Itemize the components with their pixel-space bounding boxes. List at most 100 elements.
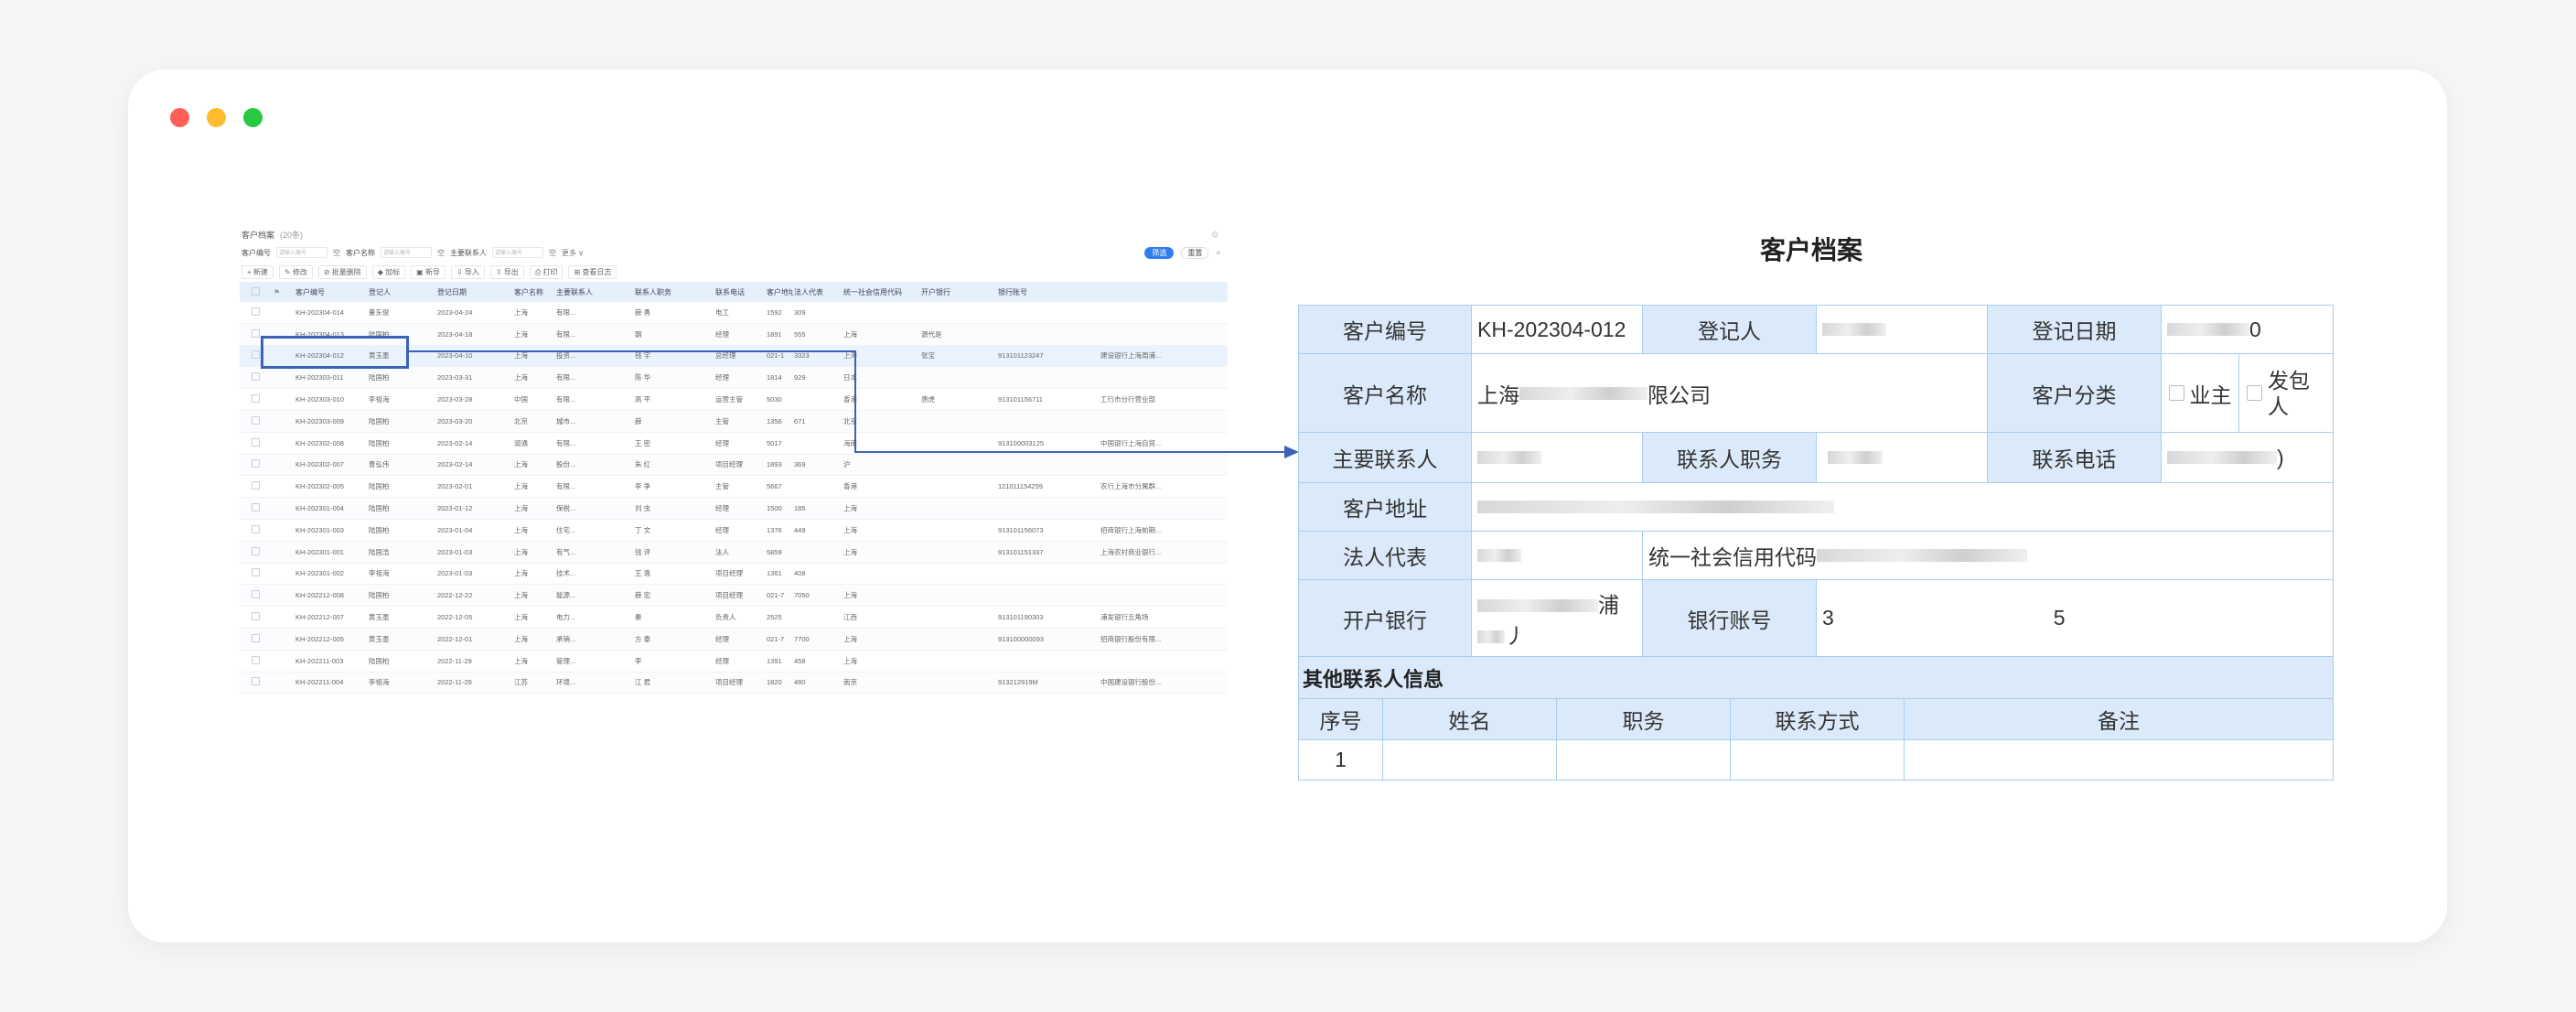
column-header[interactable]: 主要联系人 xyxy=(555,282,634,302)
table-cell: 2023-03-28 xyxy=(436,388,513,411)
row-checkbox[interactable] xyxy=(252,524,260,533)
minimize-window-button[interactable] xyxy=(207,108,226,127)
table-row[interactable]: KH-202212-005 黄玉墨 2022-12-01 上海 承销... 方 泰经理 02… xyxy=(240,628,1228,651)
contact-title-value[interactable] xyxy=(1817,433,1988,483)
filter-input[interactable]: 请输入编号 xyxy=(276,247,327,258)
row-checkbox[interactable] xyxy=(252,677,260,686)
filter-empty-toggle[interactable]: 空 xyxy=(333,248,340,258)
table-row[interactable]: KH-202301-004 陆国柏 2023-01-12 上海 保税... 刘 虫经理 15… xyxy=(240,497,1228,520)
toolbar-button[interactable]: + 新建 xyxy=(242,264,274,279)
customer-name-value[interactable]: 上海 限公司 xyxy=(1472,354,1988,433)
table-row[interactable]: KH-202303-011 陆国柏 2023-03-31 上海 有限... 陈 华经理 18… xyxy=(240,366,1228,390)
collapse-icon[interactable]: ≡ xyxy=(1216,249,1220,257)
maximize-window-button[interactable] xyxy=(243,108,263,127)
row-checkbox[interactable] xyxy=(252,372,260,382)
toolbar-button[interactable]: ◆ 加标 xyxy=(371,264,406,279)
filter-input[interactable]: 请输入编号 xyxy=(381,247,432,258)
row-checkbox[interactable] xyxy=(252,350,260,360)
table-row[interactable]: KH-202211-004 李祖海 2022-11-29 江苏 环境... 江 君项目经理… xyxy=(240,672,1228,694)
type-option-contractor[interactable]: 发包人 xyxy=(2239,354,2333,432)
column-header[interactable]: 统一社会信用代码 xyxy=(843,282,920,302)
contacts-cell: 1 xyxy=(1299,740,1383,781)
contacts-cell[interactable] xyxy=(1383,740,1557,781)
help-icon[interactable]: ⊙ xyxy=(1211,230,1218,240)
toolbar-button[interactable]: ▣ 新导 xyxy=(411,264,445,279)
column-header[interactable]: 登记人 xyxy=(368,282,436,302)
table-row[interactable]: KH-202212-008 陆国柏 2022-12-22 上海 能源... 薛 宏项目经理… xyxy=(240,584,1228,608)
table-row[interactable]: KH-202302-005 陆国柏 2023-02-01 上海 有限... 李 争主管 56… xyxy=(240,475,1228,499)
registrant-value[interactable] xyxy=(1817,306,1988,354)
reset-button[interactable]: 重置 xyxy=(1181,246,1209,259)
account-value[interactable]: 35 xyxy=(1817,580,2334,657)
credit-code-field[interactable]: 统一社会信用代码 xyxy=(1643,532,2334,580)
table-row[interactable]: KH-202301-002 李祖海 2023-01-03 上海 技术... 王 逸项目经理… xyxy=(240,563,1228,586)
toolbar-button[interactable]: ⎙ 打印 xyxy=(529,264,564,279)
toolbar-button[interactable]: ⊘ 批量删除 xyxy=(317,264,367,279)
table-row[interactable]: KH-202302-008 陆国柏 2023-02-14 润通 有限... 王 密经理 50… xyxy=(240,432,1228,455)
table-row[interactable]: KH-202301-001 陆国浩 2023-01-03 上海 有气... 钱 评法人 58… xyxy=(240,541,1228,564)
toolbar-button[interactable]: ⇩ 导入 xyxy=(450,264,485,279)
table-cell xyxy=(240,475,273,499)
column-header[interactable]: 法人代表 xyxy=(793,282,843,302)
contacts-cell[interactable] xyxy=(1557,740,1731,781)
type-option-owner[interactable]: 业主 xyxy=(2162,354,2239,432)
bank-value[interactable]: 浦 丿 xyxy=(1472,580,1643,657)
column-header[interactable]: 开户银行 xyxy=(920,282,997,302)
column-header[interactable] xyxy=(240,282,273,302)
checkbox-icon[interactable] xyxy=(2247,385,2262,401)
column-header[interactable]: ⚑ xyxy=(273,282,295,302)
column-header[interactable]: 联系人职务 xyxy=(634,282,714,302)
table-row[interactable]: KH-202304-014 董东俊 2023-04-24 上海 有限... 薛 勇电工 15… xyxy=(240,302,1228,324)
row-checkbox[interactable] xyxy=(252,503,260,512)
table-row[interactable]: KH-202212-007 黄玉墨 2022-12-05 上海 电力... 秦 负责人 25… xyxy=(240,606,1228,629)
row-checkbox[interactable] xyxy=(252,590,260,599)
checkbox-icon[interactable] xyxy=(2168,385,2184,401)
table-cell: 7700 xyxy=(793,628,843,651)
customer-no-value[interactable]: KH-202304-012 xyxy=(1472,306,1643,354)
row-checkbox[interactable] xyxy=(252,437,260,447)
query-button[interactable]: 筛选 xyxy=(1144,246,1175,259)
table-cell xyxy=(273,628,295,651)
row-checkbox[interactable] xyxy=(252,568,260,577)
table-row[interactable]: KH-202301-003 陆国柏 2023-01-04 上海 住宅... 丁 文经理 13… xyxy=(240,519,1228,542)
select-all-checkbox[interactable] xyxy=(252,286,260,296)
main-contact-value[interactable] xyxy=(1472,433,1643,483)
row-checkbox[interactable] xyxy=(252,546,260,555)
row-checkbox[interactable] xyxy=(252,307,260,316)
filter-input[interactable]: 请输入编号 xyxy=(492,247,543,258)
column-header[interactable]: 联系电话 xyxy=(714,282,766,302)
contacts-cell[interactable] xyxy=(1731,740,1905,781)
table-row[interactable]: KH-202302-007 曹弘伟 2023-02-14 上海 股份... 朱 红项目经理… xyxy=(240,454,1228,477)
row-checkbox[interactable] xyxy=(252,481,260,490)
column-header[interactable]: 登记日期 xyxy=(436,282,513,302)
legal-rep-value[interactable] xyxy=(1472,532,1643,580)
row-checkbox[interactable] xyxy=(252,655,260,664)
filter-empty-toggle[interactable]: 空 xyxy=(437,248,445,258)
column-header[interactable]: 客户编号 xyxy=(295,282,368,302)
column-header[interactable] xyxy=(1100,282,1228,302)
table-cell xyxy=(273,454,295,477)
row-checkbox[interactable] xyxy=(252,612,260,621)
reg-date-value[interactable]: 0 xyxy=(2162,306,2334,354)
close-window-button[interactable] xyxy=(170,108,189,127)
row-checkbox[interactable] xyxy=(252,459,260,468)
column-header[interactable]: 客户名称 xyxy=(513,282,555,302)
toolbar-button[interactable]: ⇧ 导出 xyxy=(489,264,524,279)
row-checkbox[interactable] xyxy=(252,328,260,338)
table-row[interactable]: KH-202303-009 陆国柏 2023-03-20 北京 城市... 薛 主管 135… xyxy=(240,410,1228,433)
toolbar-button[interactable]: ⊞ 查看日志 xyxy=(568,264,617,279)
table-row[interactable]: KH-202211-003 陆国柏 2022-11-29 上海 管理... 李 经理 139… xyxy=(240,650,1228,673)
column-header[interactable]: 银行账号 xyxy=(997,282,1100,302)
contacts-cell[interactable] xyxy=(1905,740,2334,781)
row-checkbox[interactable] xyxy=(252,415,260,425)
more-filters-button[interactable]: 更多 ∨ xyxy=(562,248,584,258)
filter-empty-toggle[interactable]: 空 xyxy=(549,248,556,258)
table-row[interactable]: KH-202303-010 李祖海 2023-03-28 中国 有限... 高 平运营主管… xyxy=(240,388,1228,411)
toolbar-button[interactable]: ✎ 修改 xyxy=(278,264,313,279)
address-value[interactable] xyxy=(1472,483,2334,532)
table-cell: 项目经理 xyxy=(714,454,766,477)
contact-phone-value[interactable]: ) xyxy=(2162,433,2334,483)
row-checkbox[interactable] xyxy=(252,394,260,404)
row-checkbox[interactable] xyxy=(252,633,260,642)
column-header[interactable]: 客户地址 xyxy=(766,282,793,302)
